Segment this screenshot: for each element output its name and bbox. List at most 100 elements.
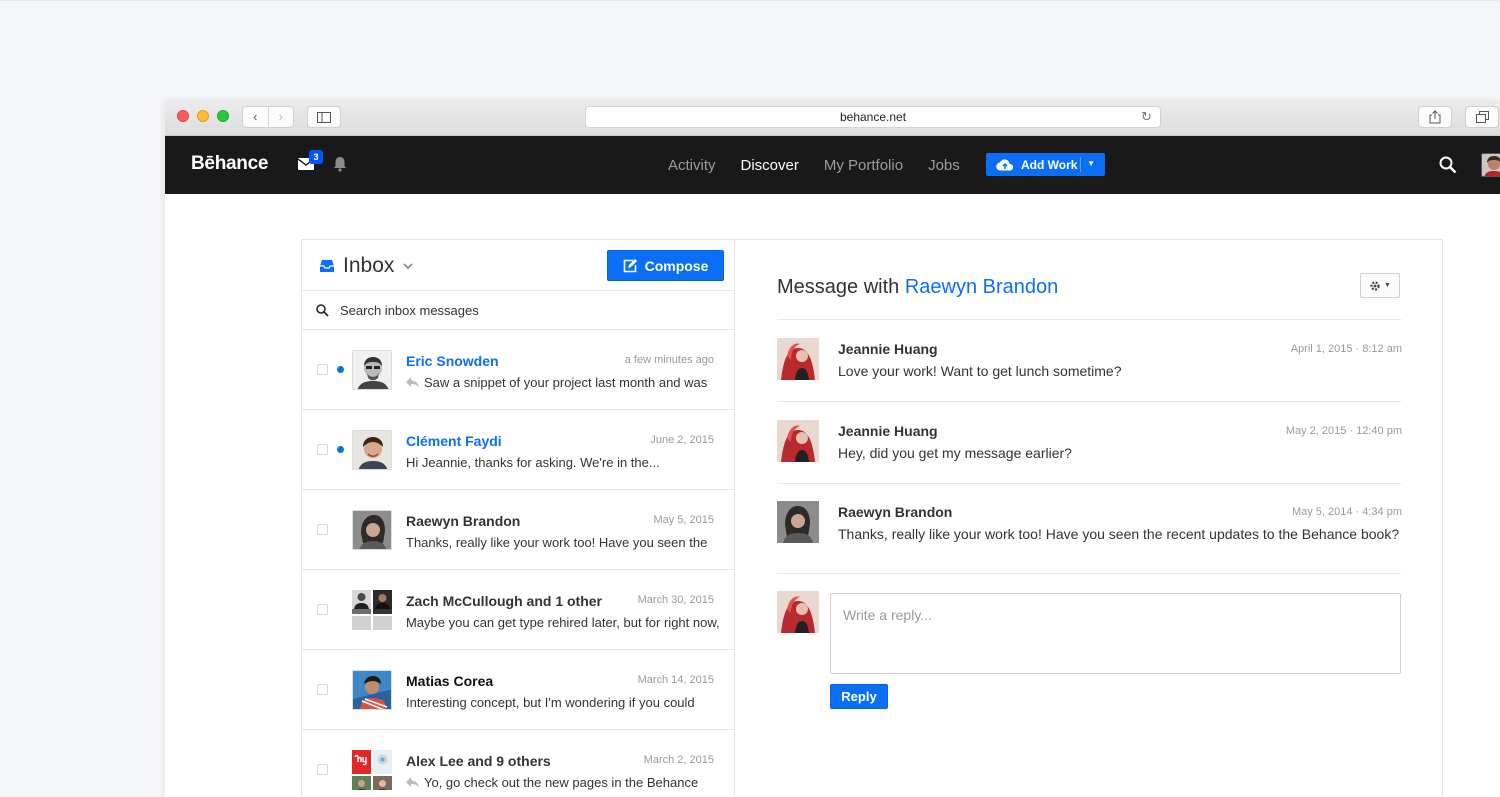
thread-item[interactable]: Raewyn Brandon May 5, 2015 Thanks, reall… — [302, 490, 734, 570]
thread-date: a few minutes ago — [624, 354, 714, 366]
thread-item[interactable]: Clément Faydi June 2, 2015 Hi Jeannie, t… — [302, 410, 734, 490]
thread-date: May 5, 2015 — [653, 514, 714, 526]
thread-date: June 2, 2015 — [650, 434, 714, 446]
share-icon — [1429, 110, 1441, 124]
replied-arrow-icon — [406, 377, 419, 387]
message-avatar — [777, 420, 819, 462]
thread-sender: Matias Corea — [406, 673, 494, 689]
inbox-search[interactable]: Search inbox messages — [302, 291, 734, 330]
page-content: Inbox Compose Search inbox messages Eric… — [165, 194, 1500, 797]
cloud-upload-icon — [996, 159, 1014, 171]
conversation-participant-link[interactable]: Raewyn Brandon — [905, 276, 1058, 298]
thread-snippet: Interesting concept, but I'm wondering i… — [406, 695, 695, 710]
zoom-window-button[interactable] — [217, 110, 229, 122]
message-avatar — [777, 338, 819, 380]
forward-button[interactable]: › — [267, 107, 294, 127]
conversation-title: Message with Raewyn Brandon — [777, 276, 1058, 299]
thread-checkbox[interactable] — [317, 764, 328, 775]
message-avatar — [777, 501, 819, 543]
browser-toolbar: ‹ › behance.net ↻ — [165, 100, 1500, 136]
thread-sender: Raewyn Brandon — [406, 513, 521, 529]
search-icon[interactable] — [1439, 156, 1457, 174]
compose-icon — [623, 258, 637, 272]
thread-date: March 2, 2015 — [643, 754, 714, 766]
bell-icon[interactable] — [333, 156, 347, 172]
message-item: Jeannie Huang May 2, 2015 · 12:40 pm Hey… — [777, 402, 1402, 483]
compose-label: Compose — [644, 257, 709, 274]
thread-checkbox[interactable] — [317, 684, 328, 695]
message-text: Thanks, really like your work too! Have … — [838, 526, 1400, 542]
thread-avatar — [352, 350, 392, 390]
thread-item[interactable]: Zach McCullough and 1 other March 30, 20… — [302, 570, 734, 650]
nav-link-activity[interactable]: Activity — [668, 157, 716, 174]
nav-link-discover[interactable]: Discover — [741, 157, 799, 174]
show-tabs-button[interactable] — [1465, 106, 1499, 128]
message-time: May 2, 2015 · 12:40 pm — [1285, 425, 1402, 437]
add-work-label: Add Work — [1021, 157, 1078, 172]
tabs-icon — [1475, 111, 1489, 123]
inbox-title[interactable]: Inbox — [343, 254, 394, 278]
search-icon — [316, 304, 329, 317]
back-button[interactable]: ‹ — [243, 107, 268, 127]
thread-sender: Alex Lee and 9 others — [406, 753, 551, 769]
address-bar[interactable]: behance.net ↻ — [585, 106, 1161, 128]
minimize-window-button[interactable] — [197, 110, 209, 122]
user-avatar[interactable] — [1481, 153, 1500, 177]
thread-item[interactable]: Matias Corea March 14, 2015 Interesting … — [302, 650, 734, 730]
chevron-down-icon[interactable] — [402, 260, 414, 272]
message-sender[interactable]: Jeannie Huang — [838, 423, 938, 439]
main-nav-links: Activity Discover My Portfolio Jobs — [668, 136, 985, 194]
thread-checkbox[interactable] — [317, 444, 328, 455]
thread-item[interactable]: Eric Snowden a few minutes ago Saw a sni… — [302, 330, 734, 410]
message-time: April 1, 2015 · 8:12 am — [1290, 343, 1402, 355]
url-text: behance.net — [839, 110, 907, 124]
thread-checkbox[interactable] — [317, 364, 328, 375]
search-input[interactable]: Search inbox messages — [340, 303, 479, 318]
close-window-button[interactable] — [177, 110, 189, 122]
messages-panel: Inbox Compose Search inbox messages Eric… — [301, 239, 1443, 797]
thread-snippet: Saw a snippet of your project last month… — [424, 375, 708, 390]
share-button[interactable] — [1418, 106, 1452, 128]
page-top-border — [0, 0, 1500, 1]
behance-logo[interactable]: Bēhance — [191, 153, 268, 175]
thread-snippet: Thanks, really like your work too! Have … — [406, 535, 708, 550]
divider — [777, 573, 1401, 574]
message-text: Love your work! Want to get lunch someti… — [838, 363, 1122, 379]
reply-placeholder: Write a reply... — [843, 607, 932, 623]
unread-dot-icon — [337, 366, 344, 373]
inbox-column: Inbox Compose Search inbox messages Eric… — [302, 240, 735, 797]
unread-dot-icon — [337, 446, 344, 453]
back-forward-group: ‹ › — [242, 106, 294, 128]
thread-checkbox[interactable] — [317, 524, 328, 535]
thread-date: March 30, 2015 — [637, 594, 714, 606]
thread-checkbox[interactable] — [317, 604, 328, 615]
thread-avatar — [352, 670, 392, 710]
browser-window: ‹ › behance.net ↻ Bēhance 3 Activity Dis… — [165, 100, 1500, 797]
thread-avatar — [352, 430, 392, 470]
reload-icon[interactable]: ↻ — [1141, 107, 1152, 127]
my-avatar — [777, 591, 819, 633]
sidebar-toggle-button[interactable] — [307, 106, 341, 128]
chevron-down-icon: ▼ — [1384, 282, 1391, 289]
message-time: May 5, 2014 · 4:34 pm — [1291, 506, 1402, 518]
conversation-settings-button[interactable]: ▼ — [1360, 273, 1400, 298]
add-work-button[interactable]: Add Work ▼ — [986, 153, 1105, 176]
conversation-title-prefix: Message with — [777, 276, 900, 298]
add-work-caret-icon[interactable]: ▼ — [1087, 159, 1095, 168]
reply-textarea[interactable]: Write a reply... — [830, 593, 1401, 674]
message-sender[interactable]: Jeannie Huang — [838, 341, 938, 357]
thread-snippet: Maybe you can get type rehired later, bu… — [406, 615, 720, 630]
nav-link-jobs[interactable]: Jobs — [928, 157, 960, 174]
thread-avatar-group — [352, 750, 392, 790]
thread-item[interactable]: Alex Lee and 9 others March 2, 2015 Yo, … — [302, 730, 734, 797]
replied-arrow-icon — [406, 777, 419, 787]
inbox-header: Inbox Compose — [302, 240, 734, 291]
unread-messages-badge: 3 — [309, 150, 323, 164]
nav-link-my-portfolio[interactable]: My Portfolio — [824, 157, 903, 174]
message-text: Hey, did you get my message earlier? — [838, 445, 1072, 461]
add-work-divider — [1080, 157, 1081, 172]
thread-snippet: Yo, go check out the new pages in the Be… — [424, 775, 699, 790]
message-sender[interactable]: Raewyn Brandon — [838, 504, 952, 520]
reply-button[interactable]: Reply — [830, 684, 888, 709]
compose-button[interactable]: Compose — [607, 250, 724, 281]
